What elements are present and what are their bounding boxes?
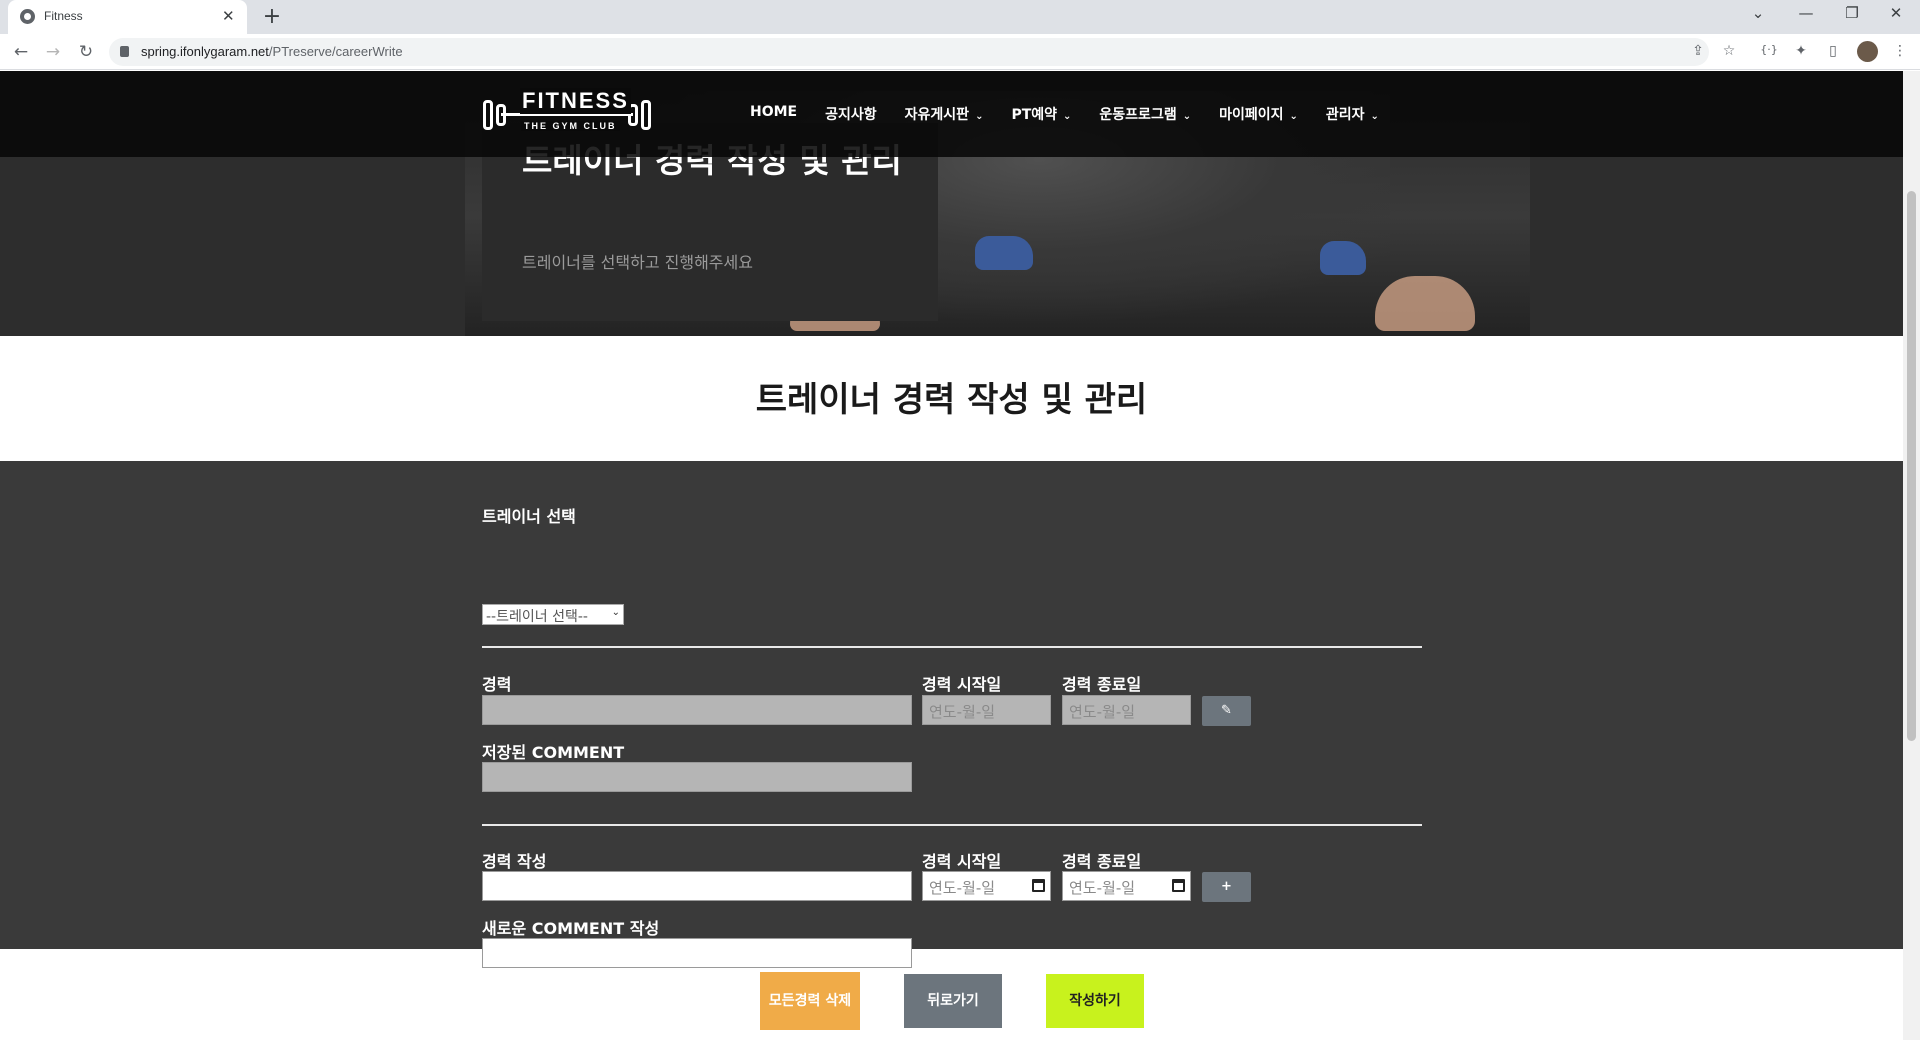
saved-career-field[interactable] (482, 695, 912, 725)
bookmark-star-icon[interactable]: ☆ (1719, 43, 1739, 59)
close-tab-icon[interactable]: ✕ (222, 7, 235, 25)
barbell-plate-icon (496, 104, 506, 126)
logo-title: FITNESS (520, 88, 631, 114)
new-career-start-label: 경력 시작일 (922, 852, 1002, 871)
barbell-plate-icon (641, 100, 651, 130)
new-tab-button[interactable]: + (260, 4, 284, 29)
globe-icon (20, 9, 35, 24)
date-placeholder: 연도-월-일 (929, 703, 996, 721)
hero-subtitle: 트레이너를 선택하고 진행해주세요 (522, 253, 753, 272)
url-text[interactable]: spring.ifonlygaram.net/PTreserve/careerW… (141, 44, 403, 59)
trainer-select[interactable]: --트레이너 선택-- ⌄ (482, 604, 624, 625)
new-career-label: 경력 작성 (482, 852, 547, 871)
share-icon[interactable]: ⇪ (1688, 43, 1708, 59)
new-career-input[interactable] (482, 871, 912, 901)
restore-icon[interactable]: ❐ (1832, 4, 1872, 22)
side-panel-icon[interactable]: ▯ (1823, 43, 1843, 59)
career-label: 경력 (482, 675, 512, 694)
tab-title: Fitness (44, 9, 83, 23)
chevron-down-icon: ⌄ (1289, 111, 1298, 122)
menu-item-mypage[interactable]: 마이페이지 ⌄ (1219, 104, 1298, 124)
edit-career-button[interactable]: ✎ (1202, 696, 1251, 726)
career-end-label: 경력 종료일 (1062, 675, 1142, 694)
saved-comment-label: 저장된 COMMENT (482, 743, 625, 762)
edit-icon: ✎ (1221, 703, 1232, 718)
add-career-button[interactable]: + (1202, 872, 1251, 902)
menu-item-admin[interactable]: 관리자 ⌄ (1326, 104, 1379, 124)
logo-subtitle: THE GYM CLUB (521, 121, 620, 131)
menu-item-free-board[interactable]: 자유게시판 ⌄ (905, 104, 984, 124)
extension-json-icon[interactable]: {·} (1759, 43, 1779, 56)
browser-toolbar: ← → ↻ spring.ifonlygaram.net/PTreserve/c… (0, 34, 1920, 70)
profile-avatar[interactable] (1857, 41, 1878, 62)
new-start-date-input[interactable]: 연도-월-일 (922, 871, 1051, 901)
forward-arrow-icon[interactable]: → (41, 42, 65, 62)
browser-tab-strip: Fitness ✕ + ⌄ — ❐ ✕ (0, 0, 1920, 34)
divider (482, 646, 1422, 648)
chevron-down-icon: ⌄ (611, 607, 620, 618)
new-comment-label: 새로운 COMMENT 작성 (482, 919, 660, 938)
chevron-down-icon: ⌄ (1370, 111, 1379, 122)
site-navbar: FITNESS THE GYM CLUB HOME 공지사항 자유게시판 ⌄ PT… (0, 71, 1903, 157)
main-menu: HOME 공지사항 자유게시판 ⌄ PT예약 ⌄ 운동프로그램 ⌄ 마이페이지 ⌄ 관리… (750, 104, 1407, 124)
calendar-icon[interactable] (1172, 879, 1185, 892)
chevron-down-icon: ⌄ (1182, 111, 1192, 122)
career-start-label: 경력 시작일 (922, 675, 1002, 694)
new-comment-input[interactable] (482, 938, 912, 968)
barbell-plate-icon (483, 100, 493, 130)
more-menu-icon[interactable]: ⋮ (1890, 43, 1910, 59)
menu-item-home[interactable]: HOME (750, 104, 797, 124)
chevron-down-icon: ⌄ (975, 111, 984, 122)
page-title: 트레이너 경력 작성 및 관리 (755, 380, 1148, 420)
date-placeholder: 연도-월-일 (929, 879, 996, 897)
new-career-end-label: 경력 종료일 (1062, 852, 1142, 871)
trainer-select-label: 트레이너 선택 (482, 507, 576, 526)
trainer-select-value: --트레이너 선택-- (486, 609, 588, 625)
chevron-down-icon: ⌄ (1063, 111, 1072, 122)
reload-icon[interactable]: ↻ (74, 42, 98, 62)
page-scrollbar[interactable] (1903, 71, 1920, 1040)
date-placeholder: 연도-월-일 (1069, 703, 1136, 721)
close-window-icon[interactable]: ✕ (1876, 4, 1916, 22)
saved-comment-field[interactable] (482, 762, 912, 792)
back-arrow-icon[interactable]: ← (9, 42, 33, 62)
divider (482, 824, 1422, 826)
write-button[interactable]: 작성하기 (1046, 974, 1144, 1028)
puzzle-extensions-icon[interactable]: ✦ (1791, 43, 1811, 59)
site-logo[interactable]: FITNESS THE GYM CLUB (483, 88, 651, 138)
browser-tab[interactable]: Fitness ✕ (8, 0, 247, 34)
menu-item-notice[interactable]: 공지사항 (825, 104, 877, 124)
hero-shoe-image (975, 236, 1033, 270)
calendar-icon[interactable] (1032, 879, 1045, 892)
hero-banner: 트레이너 경력 작성 및 관리 트레이너를 선택하고 진행해주세요 FITNES… (0, 71, 1903, 336)
page-viewport: 트레이너 경력 작성 및 관리 트레이너를 선택하고 진행해주세요 FITNES… (0, 71, 1920, 1040)
new-end-date-input[interactable]: 연도-월-일 (1062, 871, 1191, 901)
hero-hand-image (1375, 276, 1475, 331)
career-form-panel: 트레이너 선택 --트레이너 선택-- ⌄ 경력 경력 시작일 경력 종료일 연… (0, 461, 1903, 968)
delete-all-careers-button[interactable]: 모든경력 삭제 (760, 972, 860, 1030)
hero-shoe-image (1320, 241, 1366, 275)
saved-start-date-field[interactable]: 연도-월-일 (922, 695, 1051, 725)
address-bar[interactable]: spring.ifonlygaram.net/PTreserve/careerW… (109, 38, 1709, 66)
lock-icon (120, 46, 129, 57)
menu-item-exercise-program[interactable]: 운동프로그램 ⌄ (1099, 104, 1191, 124)
menu-item-pt-reserve[interactable]: PT예약 ⌄ (1011, 104, 1071, 124)
back-button[interactable]: 뒤로가기 (904, 974, 1002, 1028)
minimize-icon[interactable]: — (1786, 4, 1826, 22)
tab-search-icon[interactable]: ⌄ (1738, 4, 1778, 22)
date-placeholder: 연도-월-일 (1069, 879, 1136, 897)
scrollbar-thumb[interactable] (1907, 191, 1916, 741)
saved-end-date-field[interactable]: 연도-월-일 (1062, 695, 1191, 725)
